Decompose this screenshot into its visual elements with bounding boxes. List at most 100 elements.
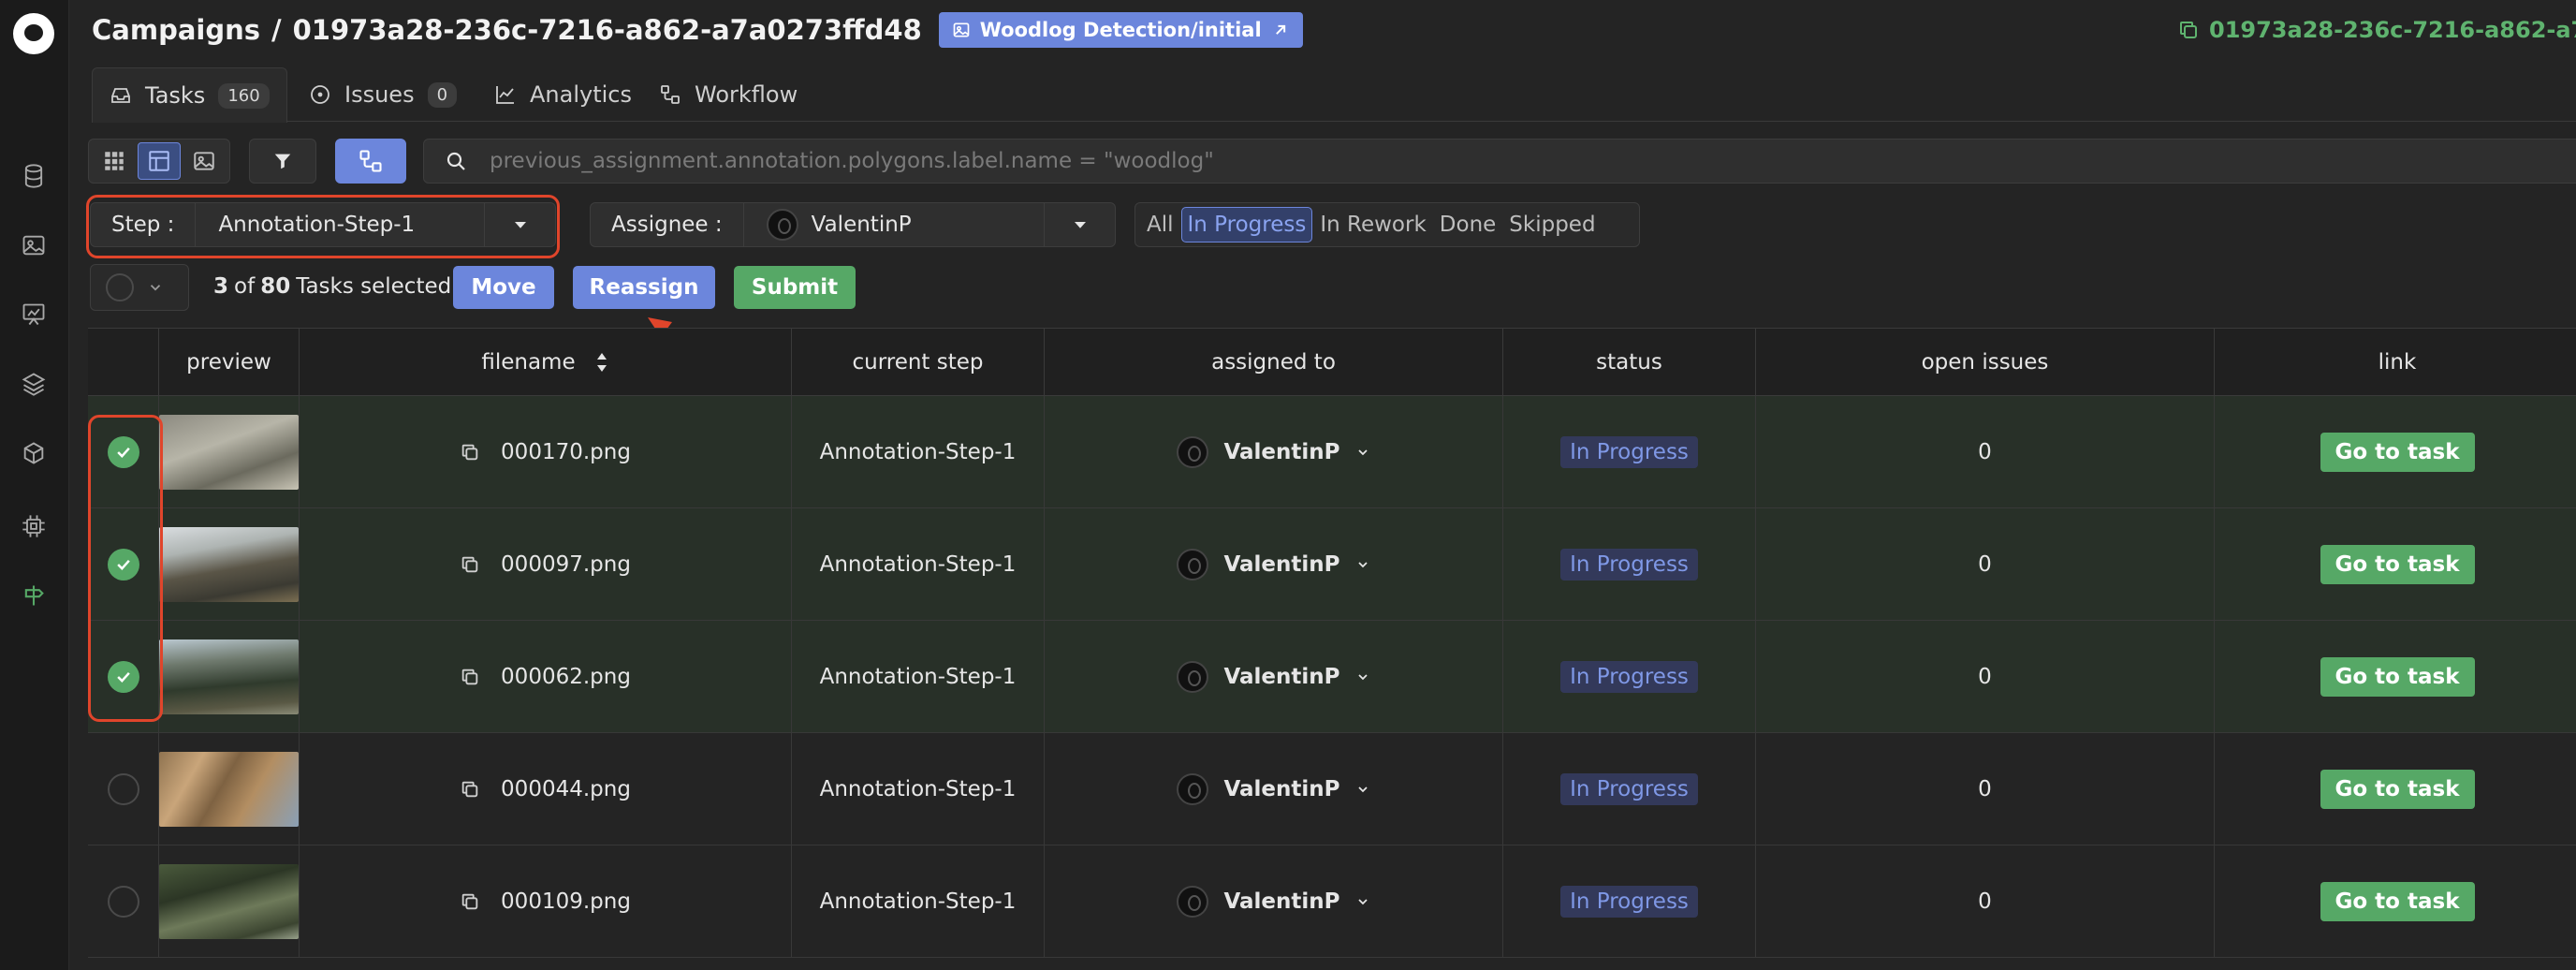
avatar (1177, 549, 1209, 581)
assignee-select-name: ValentinP (811, 213, 912, 237)
copy-campaign-id[interactable]: 01973a28-236c-7216-a862-a7a02 (2177, 13, 2576, 47)
copy-icon[interactable] (460, 442, 480, 463)
status-badge: In Progress (1560, 549, 1698, 581)
column-header-status: status (1503, 329, 1756, 396)
status-filter-all[interactable]: All (1141, 207, 1179, 242)
dataset-tag-link[interactable]: Woodlog Detection/initial (938, 12, 1303, 48)
table-row[interactable]: 000109.png Annotation-Step-1 ValentinP In P… (88, 845, 2576, 958)
image-icon[interactable] (21, 232, 47, 258)
current-step-cell: Annotation-Step-1 (792, 845, 1045, 958)
database-icon[interactable] (21, 163, 47, 189)
left-rail (0, 0, 69, 970)
image-view-button[interactable] (183, 142, 226, 180)
preview-cell (159, 845, 300, 958)
tab-workflow[interactable]: Workflow (659, 67, 798, 122)
assignee-dropdown-caret[interactable] (1044, 203, 1115, 246)
selection-suffix: Tasks selected (296, 274, 452, 299)
model-box-icon[interactable] (21, 440, 47, 466)
checkmark-icon (116, 447, 130, 458)
annotation-board-icon[interactable] (21, 301, 47, 328)
preview-thumbnail[interactable] (159, 527, 299, 602)
assignee-dropdown[interactable]: ValentinP (1177, 549, 1369, 581)
table-row[interactable]: 000062.png Annotation-Step-1 ValentinP In P… (88, 621, 2576, 733)
row-checkbox-checked[interactable] (107, 436, 139, 468)
assignee-name: ValentinP (1223, 777, 1340, 801)
filename-cell: 000109.png (300, 845, 792, 958)
breadcrumb-campaigns[interactable]: Campaigns (92, 14, 260, 46)
external-link-icon (1275, 24, 1285, 35)
link-cell: Go to task (2215, 621, 2576, 733)
checkmark-icon (116, 559, 130, 570)
tab-analytics[interactable]: Analytics (494, 67, 632, 122)
preview-thumbnail[interactable] (159, 415, 299, 490)
tab-issues-label: Issues (344, 81, 415, 108)
layers-icon[interactable] (21, 371, 47, 397)
status-filter-skipped[interactable]: Skipped (1503, 207, 1601, 242)
select-all-checkbox[interactable] (106, 273, 134, 301)
campaign-signpost-icon[interactable] (21, 582, 47, 609)
go-to-task-button[interactable]: Go to task (2320, 545, 2475, 584)
reassign-button[interactable]: Reassign (573, 266, 715, 309)
selected-count: 3 (213, 274, 229, 299)
status-filter-in-rework[interactable]: In Rework (1314, 207, 1431, 242)
go-to-task-button[interactable]: Go to task (2320, 770, 2475, 809)
step-dropdown-caret[interactable] (484, 203, 555, 246)
copy-icon[interactable] (460, 667, 480, 687)
filename: 000170.png (501, 440, 631, 464)
view-mode-group (88, 139, 230, 184)
grid-view-button[interactable] (93, 142, 136, 180)
submit-button[interactable]: Submit (734, 266, 856, 309)
app-logo-icon[interactable] (13, 13, 54, 54)
preview-thumbnail[interactable] (159, 864, 299, 939)
status-filter-done[interactable]: Done (1434, 207, 1502, 242)
workflow-icon (661, 85, 680, 104)
tab-analytics-label: Analytics (530, 81, 632, 108)
copy-icon[interactable] (460, 891, 480, 912)
tab-tasks[interactable]: Tasks 160 (92, 67, 287, 123)
assignee-name: ValentinP (1223, 552, 1340, 577)
assignee-dropdown[interactable]: ValentinP (1177, 436, 1369, 468)
status-filter-in-progress[interactable]: In Progress (1180, 207, 1313, 242)
go-to-task-button[interactable]: Go to task (2320, 882, 2475, 921)
link-cell: Go to task (2215, 845, 2576, 958)
assignee-dropdown[interactable]: ValentinP (1177, 886, 1369, 918)
copy-icon[interactable] (460, 554, 480, 575)
row-checkbox-checked[interactable] (107, 549, 139, 581)
table-row[interactable]: 000170.png Annotation-Step-1 ValentinP In P… (88, 396, 2576, 508)
assigned-to-cell: ValentinP (1045, 508, 1503, 621)
row-checkbox[interactable] (107, 773, 139, 805)
inbox-icon (111, 88, 130, 103)
search-input[interactable] (490, 149, 2174, 173)
filter-button[interactable] (249, 139, 316, 184)
row-checkbox-checked[interactable] (107, 661, 139, 693)
move-button[interactable]: Move (453, 266, 554, 309)
dataset-tag-label: Woodlog Detection/initial (979, 19, 1262, 41)
assignee-select[interactable]: Assignee : ValentinP (590, 202, 1116, 247)
copy-campaign-id-label: 01973a28-236c-7216-a862-a7a02 (2209, 17, 2576, 43)
preview-thumbnail[interactable] (159, 752, 299, 827)
open-issues-count: 0 (1978, 552, 1992, 577)
assignee-dropdown[interactable]: ValentinP (1177, 773, 1369, 805)
go-to-task-button[interactable]: Go to task (2320, 657, 2475, 697)
step-select[interactable]: Step : Annotation-Step-1 (90, 202, 556, 247)
table-view-button[interactable] (138, 142, 181, 180)
assigned-to-cell: ValentinP (1045, 845, 1503, 958)
table-row[interactable]: 000097.png Annotation-Step-1 ValentinP In P… (88, 508, 2576, 621)
table-row[interactable]: 000044.png Annotation-Step-1 ValentinP In P… (88, 733, 2576, 845)
workflow-toggle-button[interactable] (335, 139, 406, 184)
go-to-task-button[interactable]: Go to task (2320, 433, 2475, 472)
copy-icon[interactable] (460, 779, 480, 800)
column-header-filename[interactable]: filename (300, 329, 792, 396)
assignee-dropdown[interactable]: ValentinP (1177, 661, 1369, 693)
link-cell: Go to task (2215, 733, 2576, 845)
tab-tasks-label: Tasks (145, 82, 206, 109)
processing-chip-icon[interactable] (21, 513, 47, 539)
assignee-select-label: Assignee : (591, 203, 744, 246)
select-cell (88, 733, 159, 845)
select-all-dropdown[interactable] (90, 264, 189, 311)
tab-issues[interactable]: Issues 0 (309, 67, 458, 122)
select-cell (88, 621, 159, 733)
preview-thumbnail[interactable] (159, 639, 299, 714)
row-checkbox[interactable] (107, 886, 139, 918)
chevron-down-icon (1357, 786, 1368, 793)
